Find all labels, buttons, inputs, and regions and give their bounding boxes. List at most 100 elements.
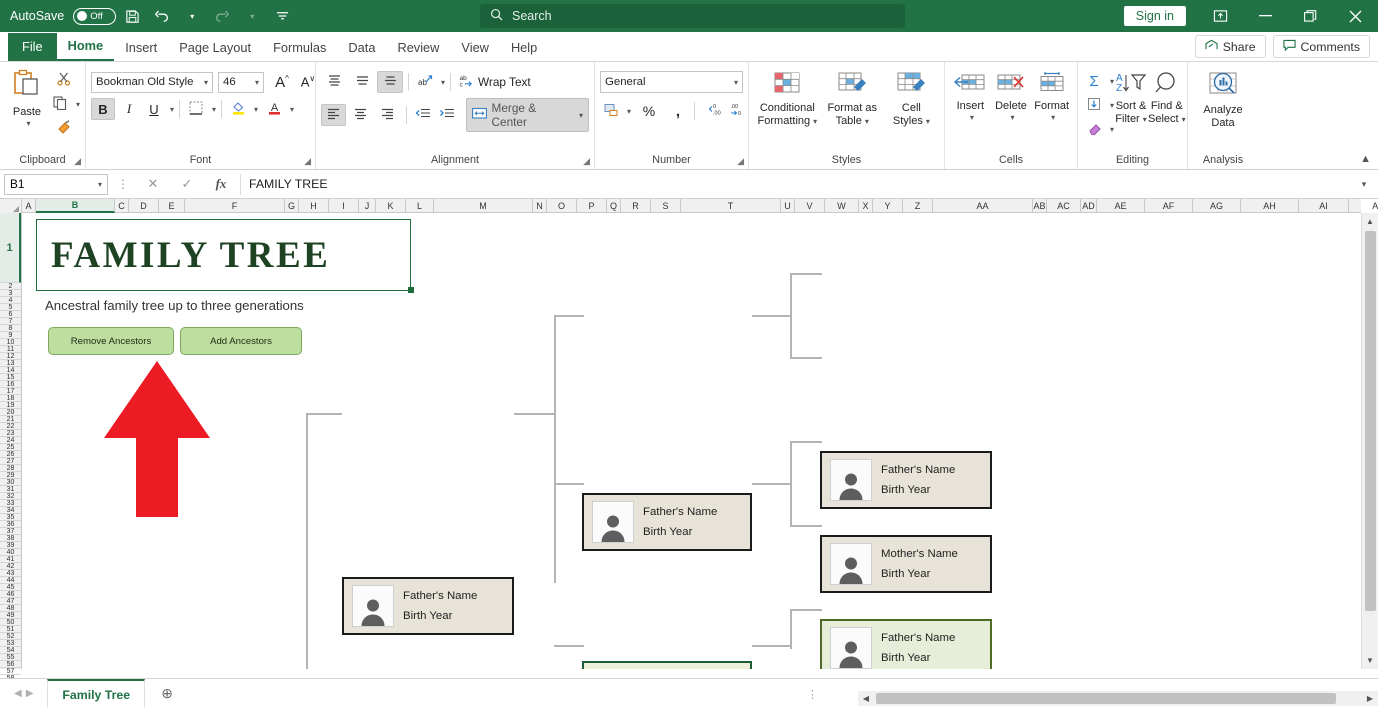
- row-header-39[interactable]: 39: [0, 542, 21, 549]
- scroll-down-icon[interactable]: ▼: [1362, 652, 1378, 669]
- cancel-icon[interactable]: ✕: [138, 176, 168, 192]
- row-header-31[interactable]: 31: [0, 486, 21, 493]
- row-header-53[interactable]: 53: [0, 640, 21, 647]
- sort-filter-dropdown-icon[interactable]: ▾: [1143, 115, 1147, 124]
- save-icon[interactable]: [118, 3, 146, 29]
- row-header-37[interactable]: 37: [0, 528, 21, 535]
- tab-view[interactable]: View: [450, 36, 500, 61]
- row-header-48[interactable]: 48: [0, 605, 21, 612]
- remove-ancestors-button[interactable]: Remove Ancestors: [48, 327, 174, 355]
- align-bottom-button[interactable]: [377, 71, 403, 93]
- column-header-AG[interactable]: AG: [1193, 199, 1241, 213]
- redo-icon[interactable]: [208, 3, 236, 29]
- column-header-AB[interactable]: AB: [1033, 199, 1047, 213]
- comma-style-button[interactable]: ,: [667, 100, 689, 122]
- accounting-dropdown-icon[interactable]: ▾: [627, 107, 631, 116]
- format-as-table-button[interactable]: Format as Table▾: [823, 69, 882, 130]
- close-icon[interactable]: [1333, 0, 1378, 32]
- align-right-button[interactable]: [375, 104, 400, 126]
- row-header-20[interactable]: 20: [0, 409, 21, 416]
- column-header-W[interactable]: W: [825, 199, 859, 213]
- column-header-H[interactable]: H: [299, 199, 329, 213]
- collapse-ribbon-icon[interactable]: ▲: [1360, 153, 1371, 165]
- row-header-41[interactable]: 41: [0, 556, 21, 563]
- row-header-29[interactable]: 29: [0, 472, 21, 479]
- next-sheet-icon[interactable]: ▶: [26, 688, 34, 699]
- row-header-36[interactable]: 36: [0, 521, 21, 528]
- row-header-12[interactable]: 12: [0, 353, 21, 360]
- font-color-dropdown-icon[interactable]: ▾: [290, 105, 294, 114]
- column-header-A[interactable]: A: [22, 199, 36, 213]
- tab-home[interactable]: Home: [57, 34, 115, 61]
- row-header-14[interactable]: 14: [0, 367, 21, 374]
- row-header-15[interactable]: 15: [0, 374, 21, 381]
- expand-formula-bar-icon[interactable]: ▾: [1354, 179, 1374, 190]
- row-header-33[interactable]: 33: [0, 500, 21, 507]
- tab-formulas[interactable]: Formulas: [262, 36, 337, 61]
- autosum-button[interactable]: Σ: [1083, 70, 1105, 92]
- select-all-button[interactable]: [0, 199, 22, 213]
- paste-button[interactable]: Paste ▾: [5, 67, 49, 130]
- grow-font-button[interactable]: A^: [270, 71, 294, 93]
- increase-indent-button[interactable]: [436, 104, 458, 126]
- font-size-input[interactable]: 46 ▾: [218, 72, 264, 93]
- font-size-dropdown-icon[interactable]: ▾: [255, 78, 259, 87]
- tab-page-layout[interactable]: Page Layout: [168, 36, 262, 61]
- row-header-23[interactable]: 23: [0, 430, 21, 437]
- percent-style-button[interactable]: %: [638, 100, 660, 122]
- tree-node-g3c[interactable]: Father's Name Birth Year: [820, 619, 992, 669]
- tree-node-g3b[interactable]: Mother's Name Birth Year: [820, 535, 992, 593]
- row-header-30[interactable]: 30: [0, 479, 21, 486]
- font-name-dropdown-icon[interactable]: ▾: [204, 78, 208, 87]
- row-header-8[interactable]: 8: [0, 325, 21, 332]
- column-header-V[interactable]: V: [795, 199, 825, 213]
- column-header-AA[interactable]: AA: [933, 199, 1033, 213]
- tree-node-g3a[interactable]: Father's Name Birth Year: [820, 451, 992, 509]
- tab-review[interactable]: Review: [386, 36, 450, 61]
- tab-file[interactable]: File: [8, 33, 57, 61]
- row-header-52[interactable]: 52: [0, 633, 21, 640]
- row-header-2[interactable]: 2: [0, 283, 21, 290]
- row-header-17[interactable]: 17: [0, 388, 21, 395]
- row-header-18[interactable]: 18: [0, 395, 21, 402]
- tree-node-g2m[interactable]: Mother's Name Birth Year: [582, 661, 752, 669]
- delete-cells-button[interactable]: Delete ▾: [991, 69, 1032, 124]
- column-header-K[interactable]: K: [376, 199, 406, 213]
- borders-button[interactable]: [185, 98, 207, 120]
- find-select-button[interactable]: Find & Select▾: [1148, 69, 1186, 128]
- column-header-AH[interactable]: AH: [1241, 199, 1299, 213]
- row-header-28[interactable]: 28: [0, 465, 21, 472]
- autosave-toggle[interactable]: Off: [73, 8, 116, 25]
- column-header-T[interactable]: T: [681, 199, 781, 213]
- column-header-B[interactable]: B: [36, 199, 115, 213]
- cell-styles-dropdown-icon[interactable]: ▾: [926, 117, 930, 126]
- row-header-45[interactable]: 45: [0, 584, 21, 591]
- font-color-button[interactable]: A: [263, 98, 285, 120]
- align-left-button[interactable]: [321, 104, 346, 126]
- column-header-E[interactable]: E: [159, 199, 185, 213]
- tab-help[interactable]: Help: [500, 36, 548, 61]
- format-dropdown-icon[interactable]: ▾: [1051, 113, 1055, 122]
- column-header-S[interactable]: S: [651, 199, 681, 213]
- customize-quick-access-icon[interactable]: [268, 3, 296, 29]
- column-header-O[interactable]: O: [547, 199, 577, 213]
- add-sheet-icon[interactable]: ⊕: [145, 685, 189, 702]
- row-header-24[interactable]: 24: [0, 437, 21, 444]
- insert-dropdown-icon[interactable]: ▾: [970, 113, 974, 122]
- format-as-table-dropdown-icon[interactable]: ▾: [865, 117, 869, 126]
- column-header-N[interactable]: N: [533, 199, 547, 213]
- enter-checkmark-icon[interactable]: ✓: [172, 176, 202, 192]
- row-header-19[interactable]: 19: [0, 402, 21, 409]
- row-header-6[interactable]: 6: [0, 311, 21, 318]
- row-header-43[interactable]: 43: [0, 570, 21, 577]
- column-header-AD[interactable]: AD: [1081, 199, 1097, 213]
- row-header-38[interactable]: 38: [0, 535, 21, 542]
- column-header-Y[interactable]: Y: [873, 199, 903, 213]
- row-header-42[interactable]: 42: [0, 563, 21, 570]
- increase-decimal-button[interactable]: 0.00: [700, 100, 724, 122]
- row-header-47[interactable]: 47: [0, 598, 21, 605]
- cut-button[interactable]: [49, 69, 80, 91]
- row-header-57[interactable]: 57: [0, 668, 21, 675]
- insert-function-icon[interactable]: fx: [206, 176, 236, 192]
- wrap-text-button[interactable]: abc Wrap Text: [459, 74, 531, 91]
